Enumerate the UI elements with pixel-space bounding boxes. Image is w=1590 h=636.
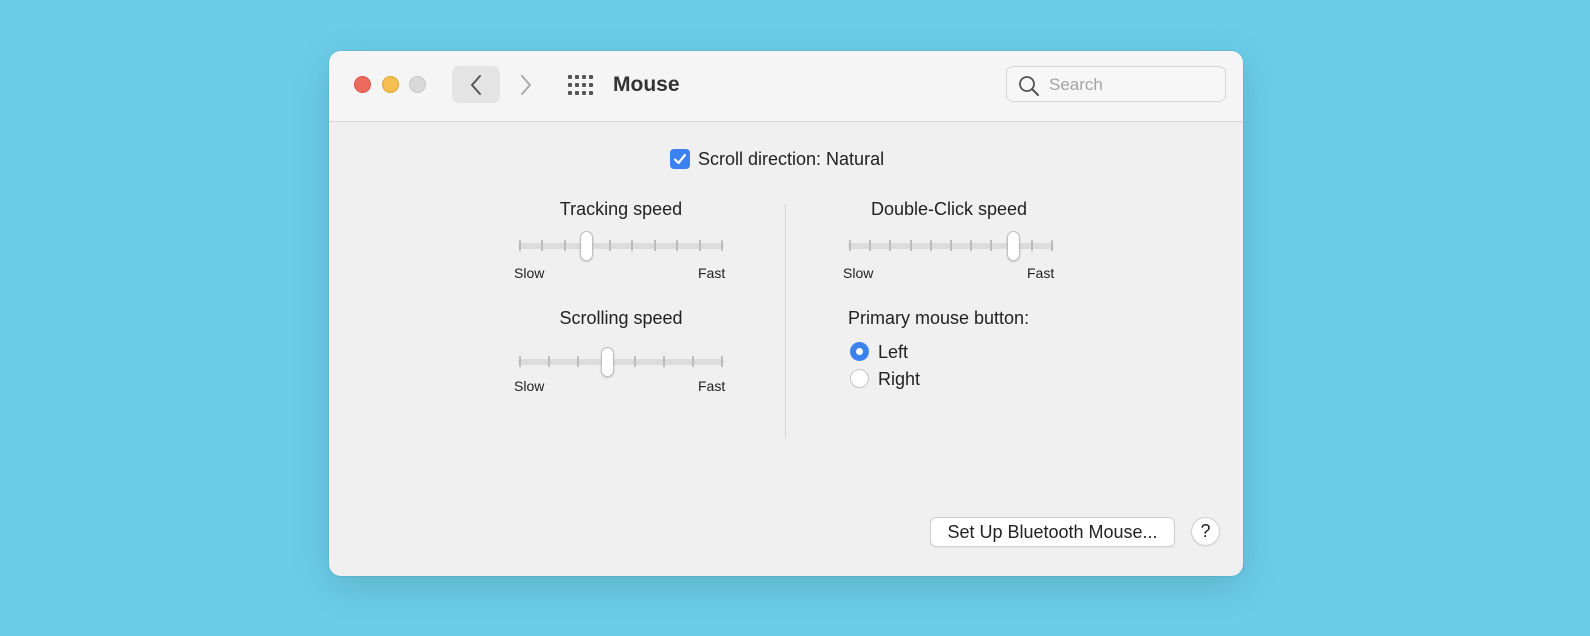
scroll-direction-checkbox[interactable]	[670, 149, 690, 169]
help-button[interactable]: ?	[1191, 517, 1220, 546]
slider-tick	[608, 240, 611, 251]
slider-tick	[909, 240, 912, 251]
slider-tick	[869, 240, 872, 251]
slider-tick	[849, 240, 851, 251]
scrolling-speed-label: Scrolling speed	[559, 308, 683, 328]
double-click-speed-slider[interactable]	[848, 231, 1054, 261]
forward-button[interactable]	[511, 66, 541, 103]
close-button[interactable]	[354, 76, 371, 93]
radio-left[interactable]	[850, 342, 869, 361]
slider-tick	[1030, 240, 1033, 251]
slider-tick	[698, 240, 701, 251]
radio-left-label[interactable]: Left	[878, 341, 908, 363]
radio-right-label[interactable]: Right	[878, 368, 920, 390]
double-click-slow-label: Slow	[843, 265, 874, 281]
slider-track	[518, 243, 724, 249]
slider-tick	[692, 356, 695, 367]
slider-thumb[interactable]	[600, 347, 614, 377]
slider-tick	[721, 356, 723, 367]
slider-tick	[519, 240, 521, 251]
setup-bluetooth-mouse-button[interactable]: Set Up Bluetooth Mouse...	[930, 517, 1175, 547]
slider-thumb[interactable]	[1006, 231, 1020, 261]
slider-tick	[634, 356, 637, 367]
window-title: Mouse	[613, 73, 680, 96]
double-click-speed-label: Double-Click speed	[870, 199, 1028, 219]
slider-tick	[653, 240, 656, 251]
scroll-direction-label: Scroll direction: Natural	[698, 149, 885, 169]
slider-tick	[576, 356, 579, 367]
slider-tick	[929, 240, 932, 251]
slider-tick	[990, 240, 993, 251]
scrolling-speed-slider[interactable]	[518, 347, 724, 377]
slider-tick	[631, 240, 634, 251]
back-button[interactable]	[452, 66, 500, 103]
scrolling-slow-label: Slow	[514, 378, 545, 394]
tracking-speed-label: Tracking speed	[559, 199, 683, 219]
tracking-slow-label: Slow	[514, 265, 545, 281]
column-divider	[785, 204, 786, 438]
slider-tick	[950, 240, 952, 251]
scrolling-fast-label: Fast	[698, 378, 726, 394]
minimize-button[interactable]	[382, 76, 399, 93]
search-input[interactable]	[1047, 72, 1221, 98]
double-click-fast-label: Fast	[1027, 265, 1055, 281]
slider-tick	[519, 356, 521, 367]
title-bar: Mouse	[329, 51, 1243, 122]
slider-tick	[721, 240, 723, 251]
slider-tick	[970, 240, 973, 251]
slider-tick	[541, 240, 544, 251]
tracking-fast-label: Fast	[698, 265, 726, 281]
zoom-button[interactable]	[409, 76, 426, 93]
slider-tick	[547, 356, 550, 367]
slider-tick	[1051, 240, 1053, 251]
search-field[interactable]	[1006, 66, 1226, 102]
chevron-left-icon	[471, 74, 481, 95]
search-icon	[1019, 76, 1039, 96]
checkmark-icon	[673, 153, 687, 165]
radio-right[interactable]	[850, 369, 869, 388]
grid-icon[interactable]	[568, 75, 594, 95]
slider-tick	[676, 240, 679, 251]
chevron-right-icon	[521, 74, 531, 95]
tracking-speed-slider[interactable]	[518, 231, 724, 261]
slider-tick	[563, 240, 566, 251]
primary-button-label: Primary mouse button:	[848, 308, 1030, 328]
slider-tick	[889, 240, 892, 251]
slider-thumb[interactable]	[579, 231, 593, 261]
slider-tick	[663, 356, 666, 367]
mouse-preferences-window: Mouse Scroll direction: Natural Tracking…	[329, 51, 1243, 576]
